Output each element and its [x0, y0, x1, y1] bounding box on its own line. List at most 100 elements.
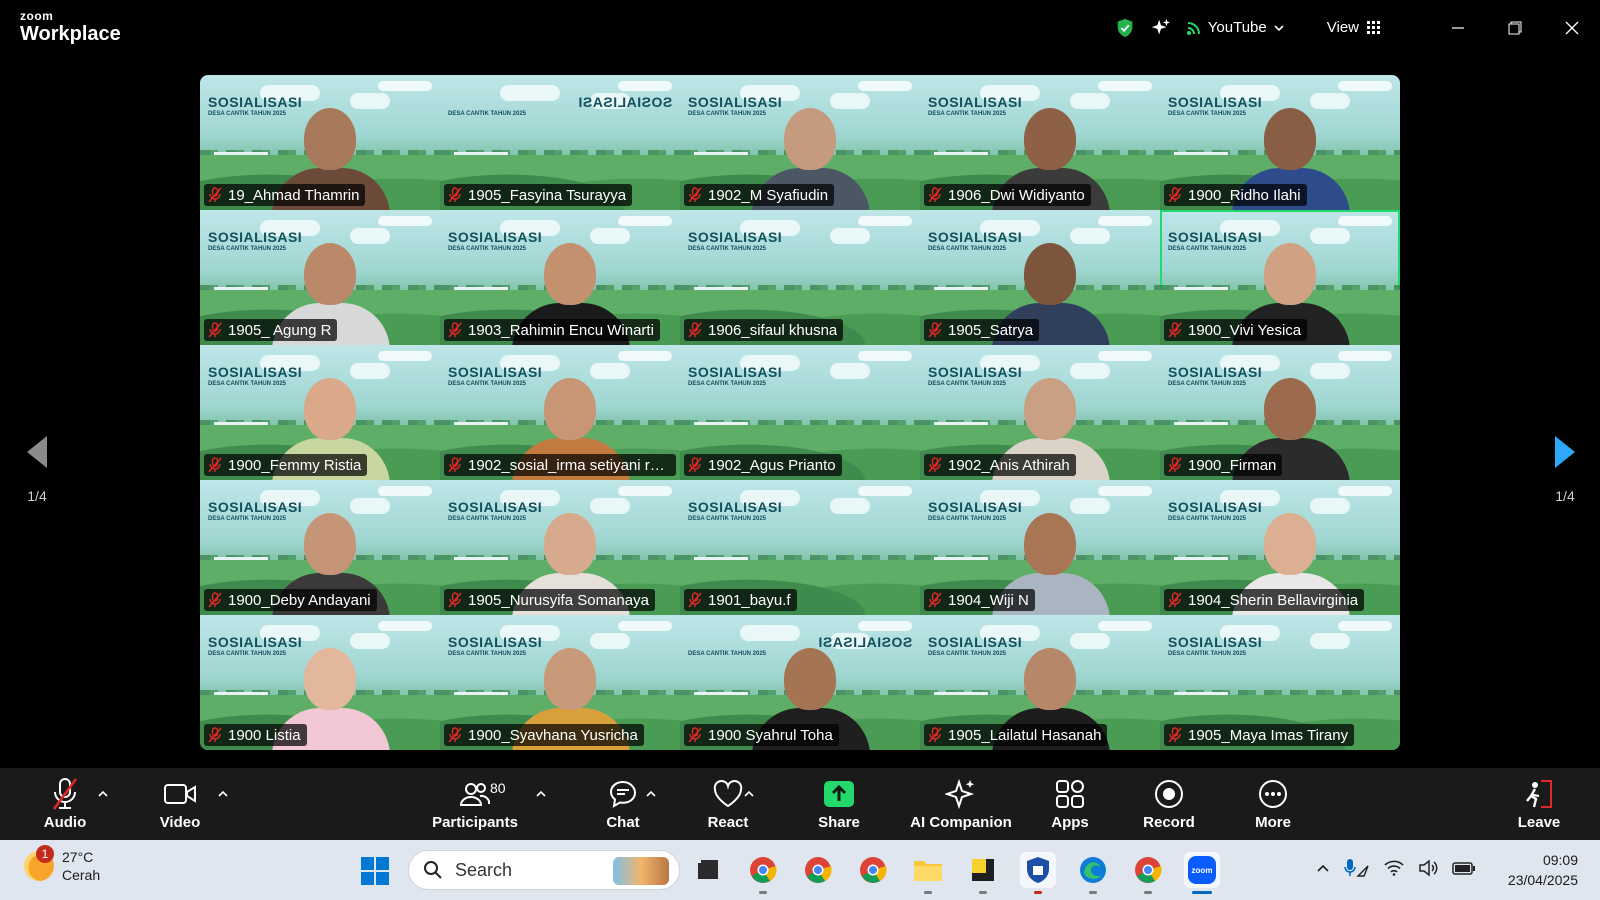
- sticky-notes-icon[interactable]: [965, 852, 1001, 894]
- mic-muted-icon: [448, 592, 462, 608]
- arrow-left-icon[interactable]: [25, 435, 49, 469]
- participant-video-tile[interactable]: SOSIALISASI DESA CANTIK TAHUN 2025 1900_Sy…: [440, 615, 680, 750]
- participant-name-tag: 1904_Wiji N: [924, 589, 1035, 611]
- virtual-background-title: SOSIALISASI: [1168, 634, 1263, 650]
- encryption-shield-icon[interactable]: [1114, 17, 1136, 39]
- restore-button[interactable]: [1486, 0, 1543, 55]
- show-hidden-icons-chevron-up-icon[interactable]: [1316, 861, 1330, 875]
- participant-video-tile[interactable]: SOSIALISASI DESA CANTIK TAHUN 2025 1904_Wi…: [920, 480, 1160, 615]
- view-button[interactable]: View: [1327, 19, 1381, 36]
- taskbar-search[interactable]: Search: [408, 850, 680, 890]
- close-button[interactable]: [1543, 0, 1600, 55]
- microphone-in-use-icon[interactable]: [1344, 858, 1370, 878]
- participant-video-tile[interactable]: SOSIALISASI DESA CANTIK TAHUN 2025 1902_Ag…: [680, 345, 920, 480]
- next-page-control[interactable]: 1/4: [1550, 435, 1580, 504]
- participants-options-chevron-up-icon[interactable]: [535, 788, 547, 800]
- participant-video-tile[interactable]: SOSIALISASI DESA CANTIK TAHUN 2025 1905_La…: [920, 615, 1160, 750]
- participant-video-tile[interactable]: SOSIALISASI DESA CANTIK TAHUN 2025 1905_Fa…: [440, 75, 680, 210]
- mic-muted-icon: [208, 187, 222, 203]
- participant-video-tile[interactable]: SOSIALISASI DESA CANTIK TAHUN 2025 1904_Sh…: [1160, 480, 1400, 615]
- video-options-chevron-up-icon[interactable]: [217, 788, 229, 800]
- participant-video-tile[interactable]: SOSIALISASI DESA CANTIK TAHUN 2025 1900_Ri…: [1160, 75, 1400, 210]
- participant-video-tile[interactable]: SOSIALISASI DESA CANTIK TAHUN 2025 1902_so…: [440, 345, 680, 480]
- battery-charging-icon[interactable]: [1452, 860, 1476, 876]
- weather-widget[interactable]: 1 27°C Cerah: [24, 845, 100, 884]
- participant-name-tag: 1900_Vivi Yesica: [1164, 319, 1308, 341]
- chrome-alt-icon[interactable]: [855, 852, 891, 888]
- participant-video-tile[interactable]: SOSIALISASI DESA CANTIK TAHUN 2025 19_Ahma…: [200, 75, 440, 210]
- audio-button[interactable]: Audio: [20, 776, 110, 831]
- ai-companion-button[interactable]: AI Companion: [896, 776, 1026, 831]
- prev-page-control[interactable]: 1/4: [22, 435, 52, 504]
- participant-video-tile[interactable]: SOSIALISASI DESA CANTIK TAHUN 2025 1900_De…: [200, 480, 440, 615]
- task-view-icon[interactable]: [690, 852, 726, 888]
- mic-muted-icon: [1168, 322, 1182, 338]
- mic-muted-icon: [688, 187, 702, 203]
- arrow-right-icon[interactable]: [1553, 435, 1577, 469]
- participant-name: 1900_Syavhana Yusricha: [468, 726, 638, 744]
- participant-name-tag: 1906_sifaul khusna: [684, 319, 844, 341]
- windows-start-icon[interactable]: [360, 856, 390, 886]
- mic-muted-icon: [448, 727, 462, 743]
- share-button[interactable]: Share: [794, 776, 884, 831]
- background-cloud: [830, 363, 870, 379]
- chat-button[interactable]: Chat: [578, 776, 668, 831]
- participant-video-tile[interactable]: SOSIALISASI DESA CANTIK TAHUN 2025 1900_Fi…: [1160, 345, 1400, 480]
- more-button[interactable]: More: [1228, 776, 1318, 831]
- minimize-button[interactable]: [1429, 0, 1486, 55]
- mic-muted-icon: [52, 778, 78, 810]
- mic-muted-icon: [928, 457, 942, 473]
- chat-options-chevron-up-icon[interactable]: [645, 788, 657, 800]
- participant-video-tile[interactable]: SOSIALISASI DESA CANTIK TAHUN 2025 1902_An…: [920, 345, 1160, 480]
- chrome-icon[interactable]: [745, 852, 781, 894]
- participant-video-tile[interactable]: SOSIALISASI DESA CANTIK TAHUN 2025 1905_ A…: [200, 210, 440, 345]
- mic-muted-icon: [1168, 727, 1182, 743]
- participant-video-tile[interactable]: SOSIALISASI DESA CANTIK TAHUN 2025 1906_Dw…: [920, 75, 1160, 210]
- participant-video-tile[interactable]: SOSIALISASI DESA CANTIK TAHUN 2025 1900_Fe…: [200, 345, 440, 480]
- participant-video-tile[interactable]: SOSIALISASI DESA CANTIK TAHUN 2025 1905_Nu…: [440, 480, 680, 615]
- participant-video-tile[interactable]: SOSIALISASI DESA CANTIK TAHUN 2025 1902_M …: [680, 75, 920, 210]
- background-cloud: [500, 85, 560, 101]
- zoom-app-icon[interactable]: zoom: [1184, 852, 1220, 894]
- participant-name: 1902_Anis Athirah: [948, 456, 1070, 474]
- share-screen-icon: [824, 781, 854, 807]
- participant-video-tile[interactable]: SOSIALISASI DESA CANTIK TAHUN 2025 1901_ba…: [680, 480, 920, 615]
- participant-video-tile[interactable]: SOSIALISASI DESA CANTIK TAHUN 2025 1900 Li…: [200, 615, 440, 750]
- person-head: [1024, 513, 1076, 575]
- participant-video-tile[interactable]: SOSIALISASI DESA CANTIK TAHUN 2025 1905_Sa…: [920, 210, 1160, 345]
- video-button[interactable]: Video: [135, 776, 225, 831]
- temperature: 27°C: [62, 849, 94, 865]
- brand-name: Workplace: [20, 23, 121, 45]
- participant-name-tag: 1903_Rahimin Encu Winarti: [444, 319, 660, 341]
- react-options-chevron-up-icon[interactable]: [743, 788, 755, 800]
- participant-video-tile[interactable]: SOSIALISASI DESA CANTIK TAHUN 2025 1900 Sy…: [680, 615, 920, 750]
- person-head: [1024, 243, 1076, 305]
- chrome-guest-icon[interactable]: [1130, 852, 1166, 894]
- participants-button[interactable]: 80 Participants: [430, 776, 520, 831]
- system-clock[interactable]: 09:09 23/04/2025: [1508, 850, 1578, 890]
- volume-icon[interactable]: [1418, 859, 1438, 877]
- search-highlight-image: [613, 857, 669, 885]
- chrome-profile-icon[interactable]: [800, 852, 836, 888]
- heart-icon: [713, 780, 743, 808]
- apps-button[interactable]: Apps: [1025, 776, 1115, 831]
- participant-video-tile[interactable]: SOSIALISASI DESA CANTIK TAHUN 2025 1903_Ra…: [440, 210, 680, 345]
- ai-sparkle-icon[interactable]: [1150, 17, 1172, 39]
- leave-button[interactable]: Leave: [1494, 776, 1584, 831]
- wifi-icon[interactable]: [1384, 860, 1404, 876]
- participant-video-tile[interactable]: SOSIALISASI DESA CANTIK TAHUN 2025 1905_Ma…: [1160, 615, 1400, 750]
- security-app-icon[interactable]: [1020, 852, 1056, 894]
- participant-video-tile[interactable]: SOSIALISASI DESA CANTIK TAHUN 2025 1900_Vi…: [1160, 210, 1400, 345]
- edge-icon[interactable]: [1075, 852, 1111, 894]
- participant-video-tile[interactable]: SOSIALISASI DESA CANTIK TAHUN 2025 1906_si…: [680, 210, 920, 345]
- audio-options-chevron-up-icon[interactable]: [97, 788, 109, 800]
- person-head: [1024, 378, 1076, 440]
- file-explorer-icon[interactable]: [910, 852, 946, 894]
- participant-name-tag: 1905_Lailatul Hasanah: [924, 724, 1108, 746]
- background-logos: [858, 486, 912, 496]
- record-button[interactable]: Record: [1124, 776, 1214, 831]
- live-stream-dropdown[interactable]: YouTube: [1186, 19, 1291, 36]
- virtual-background-title: SOSIALISASI: [688, 364, 783, 380]
- person-head: [784, 648, 836, 710]
- react-button[interactable]: React: [683, 776, 773, 831]
